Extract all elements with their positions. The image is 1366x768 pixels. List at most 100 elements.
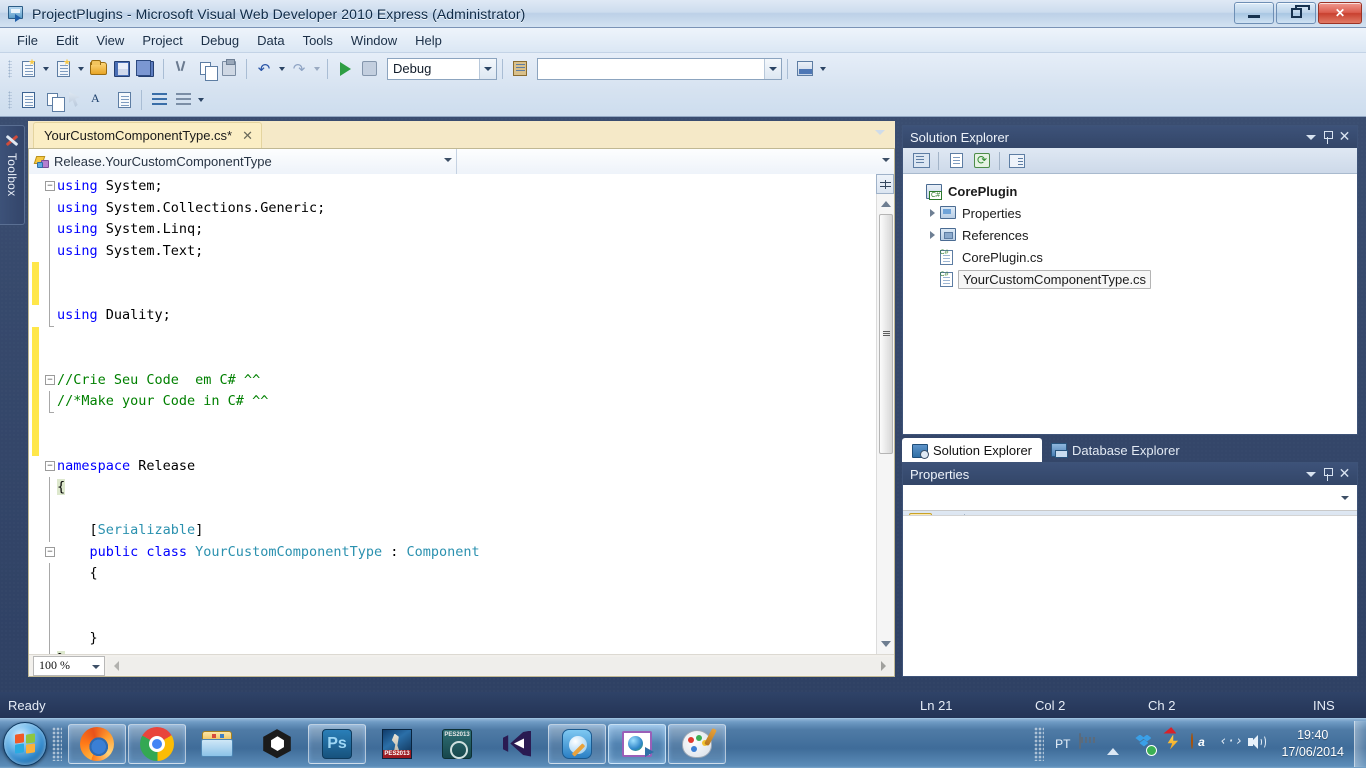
menu-item-tools[interactable]: Tools [294,30,342,51]
scissors-icon[interactable] [169,57,193,81]
toolbar-grip[interactable] [8,90,12,109]
tree-item-properties[interactable]: Properties [911,202,1357,224]
bolt-icon[interactable] [1163,734,1183,754]
insert-snippet-icon[interactable] [112,88,136,112]
type-navigation-combo[interactable]: Release.YourCustomComponentType [29,149,457,174]
scroll-up-icon[interactable] [877,196,895,212]
editor-horizontal-scrollbar[interactable] [107,656,892,675]
menu-item-edit[interactable]: Edit [47,30,87,51]
pin-icon[interactable] [1319,466,1336,483]
taskbar-paint[interactable] [668,723,726,764]
format-text-icon[interactable]: A [88,88,112,112]
save-icon[interactable] [110,57,134,81]
outline-collapse-icon[interactable]: − [45,181,55,191]
new-project-dropdown-icon[interactable] [75,57,86,81]
outline-collapse-icon[interactable]: − [45,374,55,385]
uncomment-lines-icon[interactable] [171,88,195,112]
keyboard-icon[interactable] [1079,732,1099,754]
menu-item-view[interactable]: View [87,30,133,51]
taskbar-web-developer[interactable] [608,723,666,764]
open-folder-icon[interactable] [86,57,110,81]
editor-vertical-scrollbar[interactable] [876,174,894,654]
scroll-right-icon[interactable] [878,660,888,671]
taskbar-visual-studio[interactable] [488,724,546,764]
copy-icon[interactable] [193,57,218,81]
chevron-down-icon[interactable] [92,664,100,669]
outline-collapse-icon[interactable]: − [45,546,55,557]
toolbar-overflow-icon[interactable] [817,57,828,81]
chevron-right-icon[interactable] [925,231,939,239]
properties-window-icon[interactable] [508,57,532,81]
taskbar-pes2013-game[interactable] [368,724,426,764]
clock[interactable]: 19:40 17/06/2014 [1281,727,1344,761]
toolbar-grip[interactable] [8,59,12,78]
taskbar-windows-explorer[interactable] [188,724,246,764]
scroll-left-icon[interactable] [111,660,121,671]
editor-tab-yourcustomcomponenttype[interactable]: YourCustomComponentType.cs* ✕ [33,122,263,148]
new-project-icon[interactable] [51,57,75,81]
chevron-down-icon[interactable] [764,58,781,79]
save-all-icon[interactable] [134,57,158,81]
properties-grid[interactable] [903,515,1357,676]
close-button[interactable]: ✕ [1318,2,1362,24]
menu-item-project[interactable]: Project [133,30,191,51]
taskbar-paint-app[interactable] [548,723,606,764]
new-document-dropdown-icon[interactable] [40,57,51,81]
chevron-down-icon[interactable] [882,158,890,162]
comment-lines-icon[interactable] [147,88,171,112]
taskbar-grip[interactable] [52,726,62,761]
pin-icon[interactable] [1319,129,1336,146]
window-layout-icon[interactable] [793,57,817,81]
taskbar-unity[interactable] [248,724,306,764]
tab-database-explorer[interactable]: Database Explorer [1042,438,1189,462]
toolbox-tab[interactable]: Toolbox [0,125,25,225]
view-code-icon[interactable] [16,88,40,112]
scroll-down-icon[interactable] [877,636,895,652]
view-designer-icon[interactable] [40,88,65,112]
pointer-icon[interactable] [64,88,88,112]
start-button[interactable] [3,721,47,766]
maximize-button[interactable] [1276,2,1316,24]
undo-arrow-icon[interactable]: ↶ [252,57,276,81]
view-code-icon[interactable] [1005,150,1029,172]
taskbar-photoshop[interactable]: Ps [308,723,366,764]
language-indicator[interactable]: PT [1055,737,1070,751]
clipboard-icon[interactable] [217,57,241,81]
tree-item-coreplugin-cs[interactable]: CorePlugin.cs [911,246,1357,268]
properties-object-combo[interactable] [903,485,1357,511]
avast-icon[interactable] [1191,732,1211,754]
menu-item-data[interactable]: Data [248,30,293,51]
chevron-down-icon[interactable] [875,130,885,135]
redo-dropdown-icon[interactable] [311,57,322,81]
chevron-down-icon[interactable] [479,58,496,79]
refresh-icon[interactable]: ⟳ [970,150,994,172]
pane-menu-icon[interactable] [1302,129,1319,146]
show-all-files-icon[interactable] [944,150,968,172]
redo-arrow-icon[interactable]: ↷ [287,57,311,81]
menu-item-file[interactable]: File [8,30,47,51]
source-code[interactable]: using System; using System.Collections.Ge… [57,174,864,654]
tree-item-coreplugin[interactable]: CorePlugin [911,180,1357,202]
new-document-icon[interactable] [16,57,40,81]
solution-tree[interactable]: CorePlugin Properties References CorePlugin… [903,174,1357,290]
properties-icon[interactable] [909,150,933,172]
toolbar-overflow-icon[interactable] [195,88,206,112]
taskbar-pes2013-settings[interactable] [428,724,486,764]
outlining-margin[interactable]: − − − − [43,174,57,654]
tree-item-yourcustomcomponenttype-cs[interactable]: YourCustomComponentType.cs [911,268,1357,290]
close-icon[interactable]: ✕ [1336,129,1353,146]
chevron-down-icon[interactable] [1341,496,1349,500]
menu-item-window[interactable]: Window [342,30,406,51]
tree-item-references[interactable]: References [911,224,1357,246]
debug-stop-icon[interactable] [357,57,381,81]
taskbar-chrome[interactable] [128,723,186,764]
vertical-scroll-thumb[interactable] [879,214,893,454]
network-icon[interactable]: ‹·› [1219,734,1242,754]
undo-dropdown-icon[interactable] [276,57,287,81]
minimize-button[interactable] [1234,2,1274,24]
tab-solution-explorer[interactable]: Solution Explorer [902,438,1042,462]
chevron-down-icon[interactable] [444,158,452,162]
tray-grip[interactable] [1034,726,1045,761]
menu-item-debug[interactable]: Debug [192,30,248,51]
dropbox-icon[interactable] [1135,734,1155,754]
